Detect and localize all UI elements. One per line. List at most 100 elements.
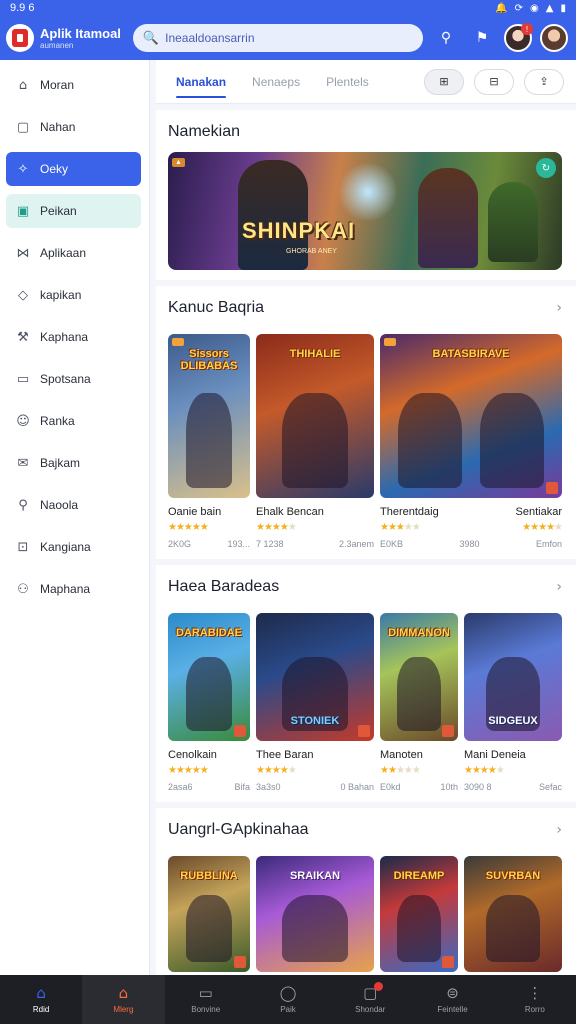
game-title: Manoten [380,749,423,761]
rating-stars: ★★★★★ [464,765,505,776]
nav-shondar[interactable]: ▢ Shondar [329,975,411,1024]
filter-button[interactable]: ⊟ [474,68,514,95]
section-heading[interactable]: Kanuc Baqria › [168,292,562,324]
sidebar-item-ranka[interactable]: ☺ Ranka [6,404,141,438]
nav-feintelle[interactable]: ⊜ Feintelle [411,975,493,1024]
nav-label: Shondar [355,1004,386,1014]
app-logo[interactable] [6,24,34,52]
game-meta: 7 1238 2.3anem [256,539,374,549]
chevron-right-icon[interactable]: › [556,579,562,595]
mail-icon: ✉ [17,455,29,471]
sidebar-item-bajkam[interactable]: ✉ Bajkam [6,446,141,480]
game-meta: 3090 8 Sefac [464,782,562,792]
sidebar: ⌂ Moran ▢ Nahan ✧ Oeky ▣ Peikan ⋈ Aplikaan ◇ k… [0,60,150,975]
nav-label: Rorro [524,1004,545,1014]
game-thumbnail: DIMMANON [380,613,458,741]
game-card[interactable]: DIMMANON Manoten ★★★★★ E0kd 10th [380,613,458,792]
nav-label: Feintelle [437,1004,468,1014]
game-card[interactable]: STONIEK Thee Baran ★★★★★ 3a3s0 0 Bahan [256,613,374,792]
game-card[interactable]: DARABIDAE Cenolkain ★★★★★ 2asa6 Bifa [168,613,250,792]
nav-bonvine[interactable]: ▭ Bonvine [165,975,247,1024]
gift-icon[interactable]: ⚑ [468,24,496,52]
sidebar-item-naoola[interactable]: ⚲ Naoola [6,488,141,522]
section-title: Uangrl-GApkinahaa [168,821,309,838]
game-card[interactable]: Sissors DLIBABAS Oanie bain ★★★★★ 2K0G 19… [168,334,250,549]
game-thumbnail: THIHALIE [256,334,374,498]
sidebar-item-aplikaan[interactable]: ⋈ Aplikaan [6,236,141,270]
game-card[interactable]: SUVRBAN [464,856,562,972]
home-icon: ⌂ [18,77,28,93]
tag-icon: ▣ [16,203,30,219]
sidebar-item-spotsana[interactable]: ▭ Spotsana [6,362,141,396]
voice-search-icon[interactable]: ⚲ [432,24,460,52]
banner-badge: ▲ [172,158,185,167]
share-button[interactable]: ⇪ [524,68,564,95]
battery-icon: ▮ [560,2,566,14]
nav-paik[interactable]: ◯ Paik [247,975,329,1024]
sidebar-item-label: Kaphana [40,330,89,344]
game-section: Uangrl-GApkinahaa › RUBBLINA SRAIKAN DIRE… [156,808,576,975]
thumbnail-title: DIREAMP [393,870,445,882]
monitor-icon: ▭ [198,983,213,1002]
tab-nenaeps[interactable]: Nenaeps [252,60,300,104]
smile-icon: ☺ [16,413,30,429]
sidebar-item-label: Peikan [40,204,77,218]
grid-icon: ⊞ [439,75,449,88]
tab-bar: Nanakan Nenaeps Plentels ⊞ ⊟ ⇪ [156,60,576,104]
game-card[interactable]: SIDGEUX Mani Deneia ★★★★★ 3090 8 Sefac [464,613,562,792]
circle-icon: ◯ [279,983,297,1002]
search-bar[interactable]: 🔍 [132,24,423,52]
rating-row: ★★★★★ ★★★★★ [380,522,563,533]
chevron-right-icon[interactable]: › [556,822,562,838]
search-input[interactable] [165,31,406,45]
profile-avatar[interactable] [540,24,568,52]
tab-nanakan[interactable]: Nanakan [176,60,227,104]
featured-banner[interactable]: ▲ ↻ SHINPKAI GHORAB ANEY [168,152,562,270]
avatar[interactable]: ! [504,23,533,52]
sidebar-item-kaphana[interactable]: ⚒ Kaphana [6,320,141,354]
game-meta: 2asa6 Bifa [168,782,250,792]
rating-stars: ★★★★★ [168,765,209,776]
sidebar-item-maphana[interactable]: ⚇ Maphana [6,572,141,606]
game-title: Sentiakar [515,506,562,518]
game-card[interactable]: BATASBIRAVE Therentdaig Sentiakar ★★★★★ ★★… [380,334,563,549]
rating-stars: ★★★★★ [380,765,421,776]
app-header: Aplik Itamoal aumanen 🔍 ⚲ ⚑ ! [0,16,576,60]
notification-badge: ! [521,23,533,35]
sidebar-item-kangiana[interactable]: ⊡ Kangiana [6,530,141,564]
game-title: Cenolkain [168,749,217,761]
game-section: Haea Baradeas › DARABIDAE Cenolkain ★★★★★… [156,565,576,802]
banner-action-icon[interactable]: ↻ [536,158,556,178]
tab-plentels[interactable]: Plentels [326,60,369,104]
section-title: Kanuc Baqria [168,299,265,316]
app-title-block: Aplik Itamoal aumanen [40,27,121,50]
download-icon: ▢ [363,981,384,1001]
nav-home[interactable]: ⌂ Rdid [0,975,82,1024]
sidebar-item-moran[interactable]: ⌂ Moran [6,68,141,102]
thumbnail-title: SUVRBAN [485,870,541,882]
grid-view-button[interactable]: ⊞ [424,68,464,95]
chevron-right-icon[interactable]: › [556,300,562,316]
game-thumbnail: STONIEK [256,613,374,741]
nav-rorro[interactable]: ⋮ Rorro [494,975,576,1024]
sidebar-item-kapikan[interactable]: ◇ kapikan [6,278,141,312]
game-card[interactable]: RUBBLINA [168,856,250,972]
notification-dot [374,981,384,991]
banner-hero-art [418,168,478,268]
game-section: Kanuc Baqria › Sissors DLIBABAS Oanie bai… [156,286,576,559]
section-heading[interactable]: Uangrl-GApkinahaa › [168,814,562,846]
game-card[interactable]: DIREAMP [380,856,458,972]
section-title: Namekian [168,123,241,140]
sidebar-item-nahan[interactable]: ▢ Nahan [6,110,141,144]
game-thumbnail: RUBBLINA [168,856,250,972]
status-icons: 🔔 ⟳ ◉ ▲ ▮ [495,3,566,14]
game-card[interactable]: SRAIKAN [256,856,374,972]
section-heading[interactable]: Haea Baradeas › [168,571,562,603]
sidebar-item-peikan[interactable]: ▣ Peikan [6,194,141,228]
game-title: Ehalk Bencan [256,506,324,518]
nav-mlerg[interactable]: ⌂ Mlerg [82,975,165,1024]
sidebar-item-oeky[interactable]: ✧ Oeky [6,152,141,186]
game-card[interactable]: THIHALIE Ehalk Bencan ★★★★★ 7 1238 2.3ane… [256,334,374,549]
header-actions: ⚲ ⚑ ! [432,23,568,52]
status-time: 9.9 6 [10,2,35,14]
